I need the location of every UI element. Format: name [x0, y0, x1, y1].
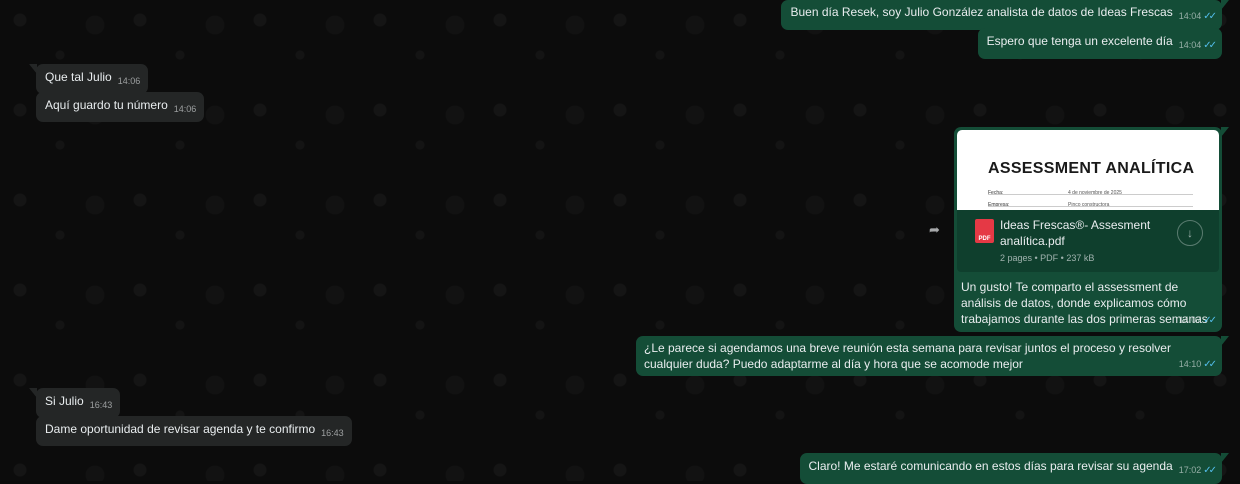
message-time: 14:10 [1178, 359, 1202, 369]
chat-background: Buen día Resek, soy Julio González anali… [0, 0, 1240, 484]
message-meta: 17:02 ✓✓ [1178, 465, 1217, 476]
message-text: Si Julio [45, 394, 84, 408]
document-preview-row: Empresa: Pinco constructora [988, 202, 1110, 208]
double-check-icon: ✓✓ [1203, 315, 1217, 326]
message-outgoing[interactable]: ¿Le parece si agendamos una breve reunió… [636, 336, 1229, 376]
message-document[interactable]: ASSESSMENT ANALÍTICA Fecha: 4 de noviemb… [954, 127, 1229, 332]
message-text: ¿Le parece si agendamos una breve reunió… [644, 341, 1171, 371]
message-incoming[interactable]: Si Julio 16:43 [28, 388, 121, 418]
message-outgoing[interactable]: Claro! Me estaré comunicando en estos dí… [799, 453, 1229, 484]
message-time: 17:02 [1178, 465, 1202, 475]
double-check-icon: ✓✓ [1203, 465, 1217, 476]
document-preview[interactable]: ASSESSMENT ANALÍTICA Fecha: 4 de noviemb… [957, 130, 1219, 210]
double-check-icon: ✓✓ [1203, 359, 1217, 370]
message-time: 16:43 [321, 428, 344, 438]
message-time: 14:06 [173, 104, 197, 114]
document-file[interactable]: PDF Ideas Frescas®- Assesment analítica.… [957, 210, 1219, 272]
document-info: 2 pages • PDF • 237 kB [1000, 253, 1095, 263]
message-time: 16:43 [89, 400, 113, 410]
document-preview-divider [988, 194, 1193, 195]
document-caption: Un gusto! Te comparto el assessment de a… [961, 280, 1208, 326]
message-meta: 14:04 ✓✓ [1178, 40, 1217, 51]
forward-icon[interactable]: ➦ [929, 222, 947, 237]
message-text: Espero que tenga un excelente día [986, 34, 1173, 48]
message-meta: 14:07 ✓✓ [1178, 312, 1217, 329]
message-meta: 14:04 ✓✓ [1178, 11, 1217, 22]
message-outgoing[interactable]: Espero que tenga un excelente día 14:04 ✓✓ [977, 28, 1222, 59]
message-text: Claro! Me estaré comunicando en estos dí… [808, 459, 1173, 473]
message-time: 14:06 [117, 76, 141, 86]
message-text: Que tal Julio [45, 70, 112, 84]
double-check-icon: ✓✓ [1203, 40, 1217, 51]
document-name: Ideas Frescas®- Assesment analítica.pdf [1000, 218, 1151, 248]
message-time: 14:04 [1178, 11, 1202, 21]
document-preview-divider [988, 206, 1193, 207]
message-meta: 14:10 ✓✓ [1178, 356, 1217, 373]
document-preview-title: ASSESSMENT ANALÍTICA [988, 160, 1195, 177]
message-time: 14:04 [1178, 40, 1202, 50]
pdf-file-icon: PDF [975, 219, 994, 243]
message-text: Dame oportunidad de revisar agenda y te … [45, 422, 316, 436]
download-icon[interactable]: ↓ [1177, 220, 1203, 246]
double-check-icon: ✓✓ [1203, 11, 1217, 22]
message-incoming[interactable]: Aquí guardo tu número 14:06 [36, 92, 205, 122]
message-text: Aquí guardo tu número [45, 98, 168, 112]
message-incoming[interactable]: Dame oportunidad de revisar agenda y te … [36, 416, 352, 446]
message-text: Buen día Resek, soy Julio González anali… [790, 5, 1173, 19]
message-outgoing[interactable]: Buen día Resek, soy Julio González anali… [781, 0, 1229, 30]
message-incoming[interactable]: Que tal Julio 14:06 [28, 64, 149, 94]
message-time: 14:07 [1178, 315, 1202, 325]
